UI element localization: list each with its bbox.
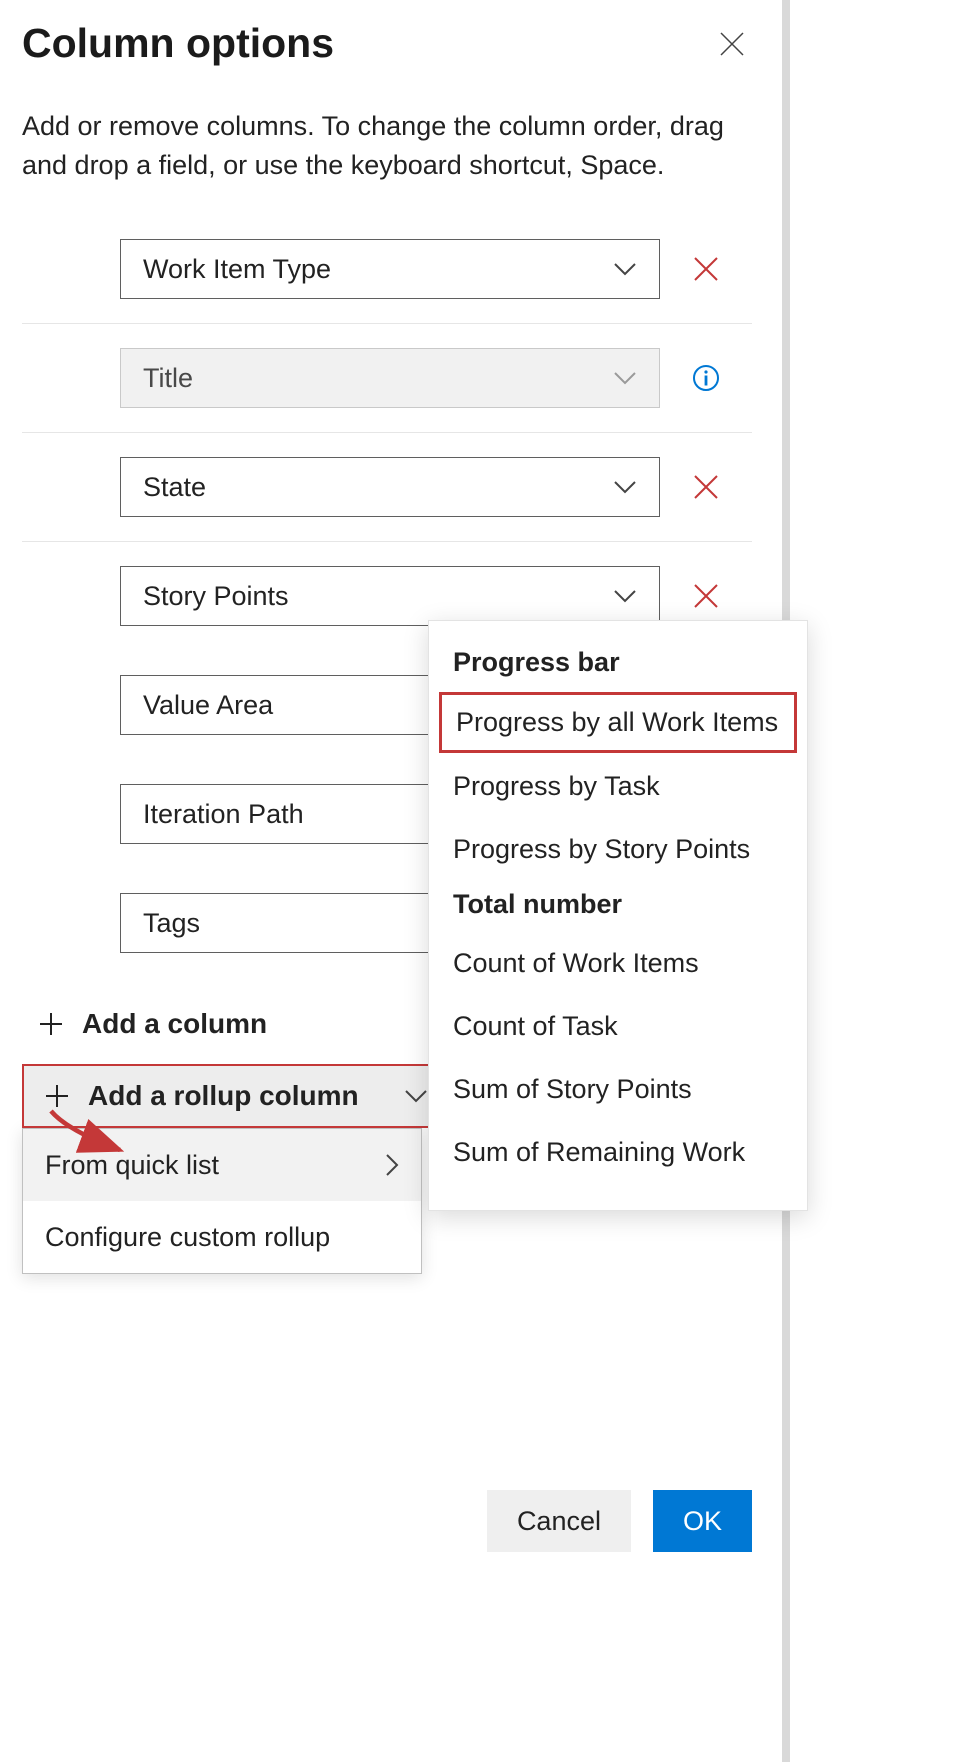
column-dropdown-state[interactable]: State [120,457,660,517]
column-dropdown-iteration-path[interactable]: Iteration Path [120,784,430,844]
column-dropdown-story-points[interactable]: Story Points [120,566,660,626]
rollup-submenu: From quick list Configure custom rollup [22,1128,422,1274]
dropdown-label: Tags [143,908,200,939]
flyout-group-header: Progress bar [429,639,807,690]
panel-footer: Cancel OK [487,1490,752,1552]
add-rollup-column-button[interactable]: Add a rollup column [22,1064,450,1128]
ok-button[interactable]: OK [653,1490,752,1552]
add-rollup-wrap: Add a rollup column From quick list Conf… [22,1064,450,1274]
chevron-down-icon [613,589,637,603]
panel-header: Column options [22,20,752,67]
flyout-item-count-work-items[interactable]: Count of Work Items [429,932,807,995]
remove-icon [693,583,719,609]
flyout-item-sum-remaining-work[interactable]: Sum of Remaining Work [429,1121,807,1184]
plus-icon [38,1011,64,1037]
rollup-quick-list-flyout: Progress bar Progress by all Work Items … [428,620,808,1211]
plus-icon [44,1083,70,1109]
remove-column-button[interactable] [686,576,726,616]
flyout-item-progress-all-work-items[interactable]: Progress by all Work Items [439,692,797,753]
dropdown-label: State [143,472,206,503]
dropdown-label: Story Points [143,581,289,612]
dropdown-label: Title [143,363,193,394]
panel-title: Column options [22,20,334,67]
remove-column-button[interactable] [686,249,726,289]
column-dropdown-title[interactable]: Title [120,348,660,408]
close-icon [719,31,745,57]
dropdown-label: Value Area [143,690,273,721]
flyout-group-header: Total number [429,881,807,932]
column-dropdown-work-item-type[interactable]: Work Item Type [120,239,660,299]
chevron-down-icon [613,371,637,385]
submenu-label: From quick list [45,1150,219,1181]
submenu-configure-custom[interactable]: Configure custom rollup [23,1201,421,1273]
panel-description: Add or remove columns. To change the col… [22,107,742,185]
column-dropdown-value-area[interactable]: Value Area [120,675,430,735]
flyout-item-sum-story-points[interactable]: Sum of Story Points [429,1058,807,1121]
column-dropdown-tags[interactable]: Tags [120,893,430,953]
close-button[interactable] [712,24,752,64]
column-row: Title [22,324,752,433]
info-icon [692,364,720,392]
flyout-item-progress-by-task[interactable]: Progress by Task [429,755,807,818]
remove-column-button[interactable] [686,467,726,507]
column-row: Work Item Type [22,215,752,324]
submenu-from-quick-list[interactable]: From quick list [23,1129,421,1201]
chevron-right-icon [385,1153,399,1177]
dropdown-label: Iteration Path [143,799,304,830]
chevron-down-icon [404,1089,428,1103]
dropdown-label: Work Item Type [143,254,331,285]
column-info-button[interactable] [686,358,726,398]
chevron-down-icon [613,262,637,276]
add-rollup-label: Add a rollup column [88,1080,359,1112]
cancel-button[interactable]: Cancel [487,1490,631,1552]
add-column-label: Add a column [82,1008,267,1040]
chevron-down-icon [613,480,637,494]
flyout-item-count-task[interactable]: Count of Task [429,995,807,1058]
remove-icon [693,474,719,500]
remove-icon [693,256,719,282]
flyout-item-progress-by-story-points[interactable]: Progress by Story Points [429,818,807,881]
submenu-label: Configure custom rollup [45,1222,330,1253]
column-row: State [22,433,752,542]
